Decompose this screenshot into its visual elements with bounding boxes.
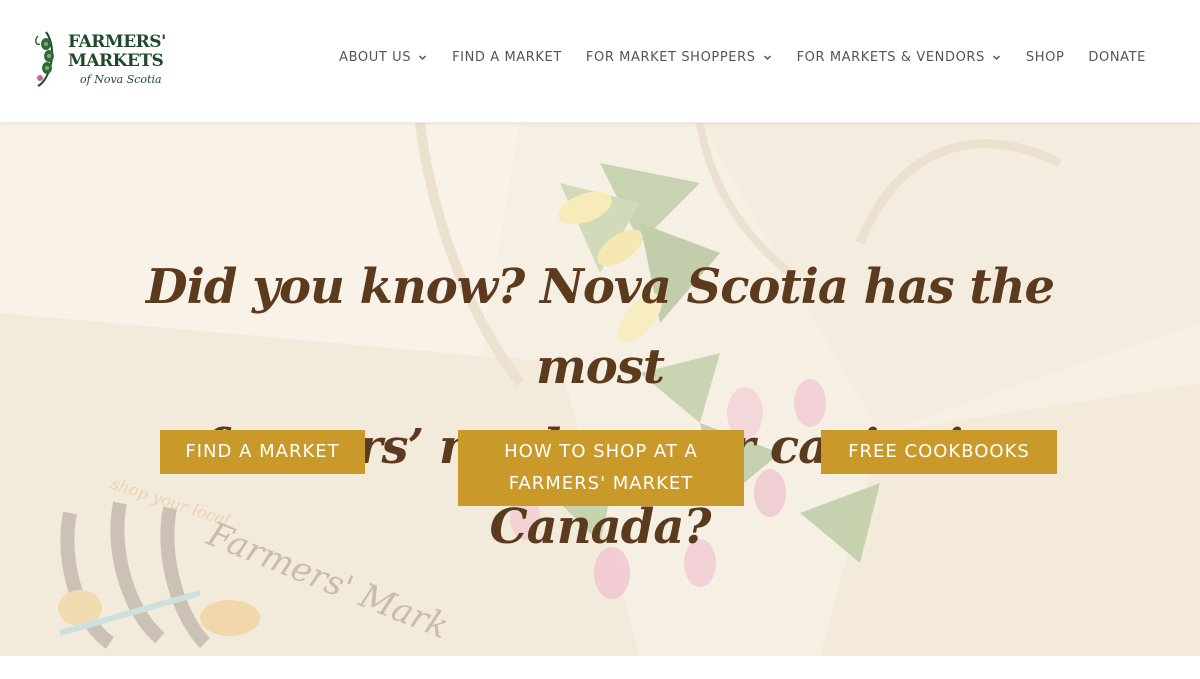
logo-line-2: MARKETS: [68, 51, 164, 71]
chevron-down-icon: [763, 55, 771, 61]
nav-item-for-market-shoppers[interactable]: FOR MARKET SHOPPERS: [586, 50, 773, 65]
find-a-market-button[interactable]: FIND A MARKET: [160, 430, 365, 474]
below-hero-strip: [0, 656, 1200, 679]
nav-item-donate[interactable]: DONATE: [1088, 50, 1146, 65]
nav-item-label: ABOUT US: [339, 50, 412, 65]
nav-item-label: FOR MARKETS & VENDORS: [796, 50, 985, 65]
nav-item-label: SHOP: [1025, 50, 1065, 65]
how-to-shop-line-2: FARMERS' MARKET: [508, 473, 694, 494]
peapod-icon: [35, 31, 54, 87]
how-to-shop-button[interactable]: HOW TO SHOP AT A FARMERS' MARKET: [458, 430, 744, 506]
hero-headline-line-1: Did you know? Nova Scotia has the most: [145, 259, 1055, 395]
nav-item-label: DONATE: [1088, 50, 1146, 65]
nav-item-shop[interactable]: SHOP: [1026, 50, 1065, 65]
nav-item-label: FIND A MARKET: [452, 50, 562, 65]
nav-item-about-us[interactable]: ABOUT US: [339, 50, 428, 65]
logo-line-1: FARMERS': [68, 32, 166, 52]
site-header: FARMERS' MARKETS of Nova Scotia ABOUT US…: [0, 0, 1200, 122]
logo-line-3: of Nova Scotia: [80, 73, 162, 86]
how-to-shop-line-1: HOW TO SHOP AT A: [504, 441, 698, 462]
chevron-down-icon: [419, 55, 427, 61]
main-nav: ABOUT US FIND A MARKET FOR MARKET SHOPPE…: [339, 50, 1146, 65]
site-logo[interactable]: FARMERS' MARKETS of Nova Scotia: [32, 30, 166, 90]
free-cookbooks-button[interactable]: FREE COOKBOOKS: [821, 430, 1057, 474]
nav-item-label: FOR MARKET SHOPPERS: [585, 50, 756, 65]
hero-headline: Did you know? Nova Scotia has the most f…: [100, 247, 1100, 567]
nav-item-find-a-market[interactable]: FIND A MARKET: [452, 50, 562, 65]
hero-section: shop your local Farmers' Mark Did you kn…: [0, 123, 1200, 656]
chevron-down-icon: [992, 55, 1000, 61]
nav-item-for-markets-vendors[interactable]: FOR MARKETS & VENDORS: [797, 50, 1002, 65]
